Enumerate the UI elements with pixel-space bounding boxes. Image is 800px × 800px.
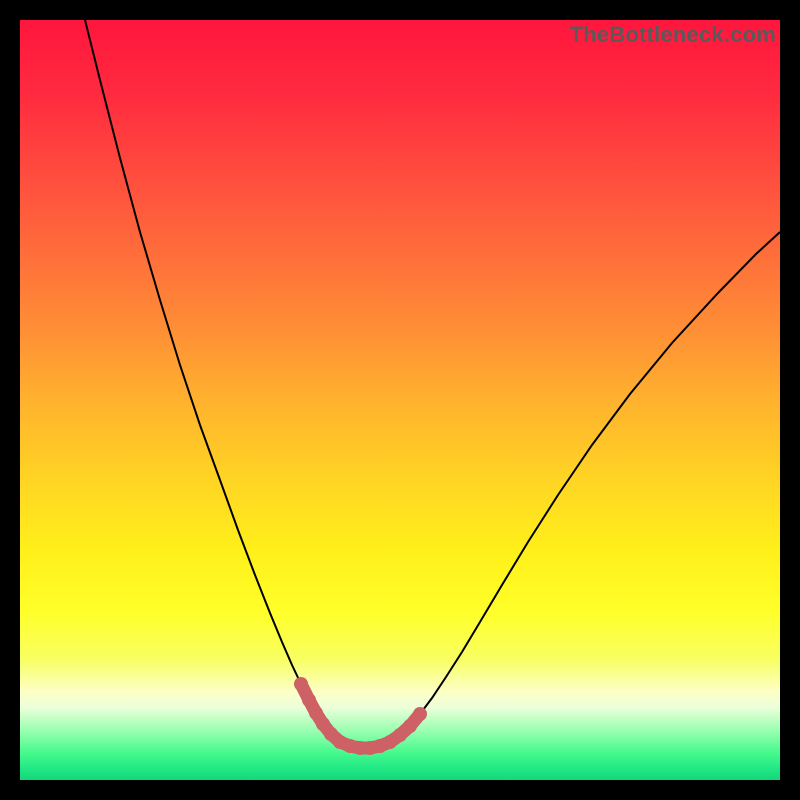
chart-svg: [20, 20, 780, 780]
watermark-text: TheBottleneck.com: [570, 22, 776, 48]
plot-area: [20, 20, 780, 780]
bottleneck-curve: [85, 20, 780, 748]
bump-overlay-dots: [294, 677, 427, 755]
frame: TheBottleneck.com: [0, 0, 800, 800]
